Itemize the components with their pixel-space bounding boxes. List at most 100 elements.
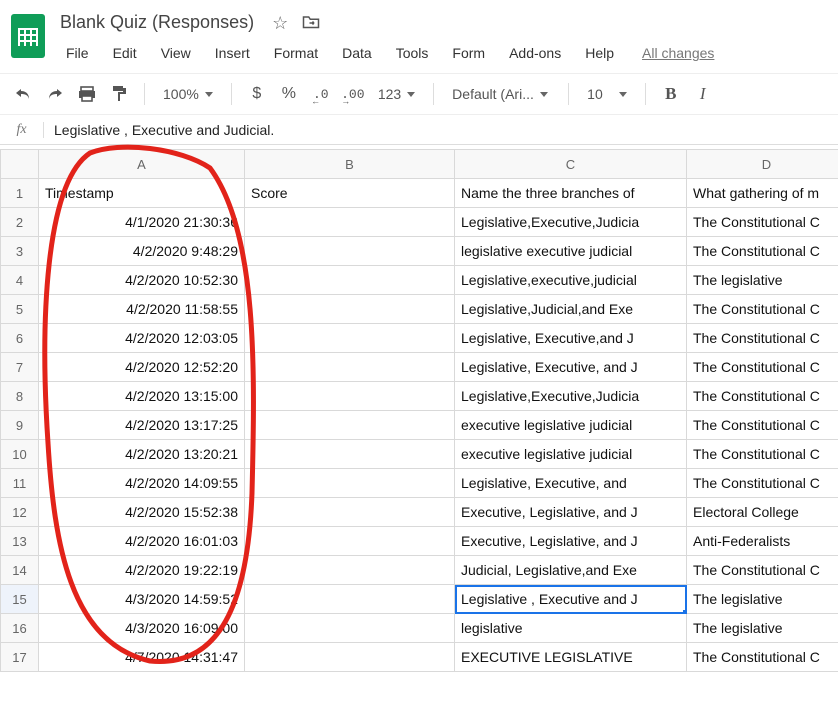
print-button[interactable]: [74, 80, 100, 108]
col-header-C[interactable]: C: [455, 150, 687, 179]
cell[interactable]: [245, 469, 455, 498]
cell[interactable]: Legislative, Executive, and J: [455, 353, 687, 382]
cell[interactable]: 4/2/2020 19:22:19: [39, 556, 245, 585]
row-header[interactable]: 6: [1, 324, 39, 353]
row-header[interactable]: 3: [1, 237, 39, 266]
cell[interactable]: [245, 643, 455, 672]
row-header[interactable]: 9: [1, 411, 39, 440]
cell[interactable]: Executive, Legislative, and J: [455, 527, 687, 556]
cell[interactable]: EXECUTIVE LEGISLATIVE: [455, 643, 687, 672]
row-header[interactable]: 17: [1, 643, 39, 672]
cell[interactable]: Legislative,Executive,Judicia: [455, 208, 687, 237]
cell[interactable]: [245, 266, 455, 295]
cell[interactable]: [245, 440, 455, 469]
cell[interactable]: The Constitutional C: [687, 324, 838, 353]
col-header-B[interactable]: B: [245, 150, 455, 179]
cell[interactable]: [245, 382, 455, 411]
font-size-select[interactable]: 10: [581, 80, 633, 108]
cell[interactable]: 4/2/2020 14:09:55: [39, 469, 245, 498]
cell[interactable]: [245, 411, 455, 440]
decrease-decimal-button[interactable]: .0←: [308, 80, 334, 108]
row-header[interactable]: 10: [1, 440, 39, 469]
menu-view[interactable]: View: [151, 41, 201, 65]
cell[interactable]: The legislative: [687, 266, 838, 295]
cell[interactable]: Score: [245, 179, 455, 208]
cell[interactable]: [245, 208, 455, 237]
menu-tools[interactable]: Tools: [386, 41, 439, 65]
format-currency-button[interactable]: $: [244, 80, 270, 108]
cell[interactable]: The legislative: [687, 614, 838, 643]
cell[interactable]: Legislative,executive,judicial: [455, 266, 687, 295]
menu-file[interactable]: File: [56, 41, 99, 65]
cell[interactable]: The legislative: [687, 585, 838, 614]
row-header[interactable]: 12: [1, 498, 39, 527]
row-header[interactable]: 11: [1, 469, 39, 498]
row-header[interactable]: 1: [1, 179, 39, 208]
select-all-corner[interactable]: [1, 150, 39, 179]
cell[interactable]: Timestamp: [39, 179, 245, 208]
cell[interactable]: The Constitutional C: [687, 440, 838, 469]
cell[interactable]: 4/2/2020 9:48:29: [39, 237, 245, 266]
font-family-select[interactable]: Default (Ari...: [446, 80, 556, 108]
undo-button[interactable]: [10, 80, 36, 108]
cell[interactable]: Legislative, Executive,and J: [455, 324, 687, 353]
cell[interactable]: 4/2/2020 13:20:21: [39, 440, 245, 469]
bold-button[interactable]: B: [658, 80, 684, 108]
cell[interactable]: 4/7/2020 14:31:47: [39, 643, 245, 672]
cell[interactable]: The Constitutional C: [687, 469, 838, 498]
cell[interactable]: [245, 498, 455, 527]
zoom-select[interactable]: 100%: [157, 80, 219, 108]
cell[interactable]: What gathering of m: [687, 179, 838, 208]
menu-form[interactable]: Form: [442, 41, 495, 65]
row-header[interactable]: 5: [1, 295, 39, 324]
cell[interactable]: legislative: [455, 614, 687, 643]
menu-insert[interactable]: Insert: [205, 41, 260, 65]
cell[interactable]: Electoral College: [687, 498, 838, 527]
cell[interactable]: [245, 295, 455, 324]
col-header-D[interactable]: D: [687, 150, 838, 179]
cell[interactable]: Name the three branches of: [455, 179, 687, 208]
cell[interactable]: 4/2/2020 13:17:25: [39, 411, 245, 440]
cell[interactable]: 4/2/2020 13:15:00: [39, 382, 245, 411]
spreadsheet-grid[interactable]: A B C D 1TimestampScoreName the three br…: [0, 149, 838, 672]
cell[interactable]: Legislative,Executive,Judicia: [455, 382, 687, 411]
document-title[interactable]: Blank Quiz (Responses): [56, 10, 258, 35]
cell[interactable]: 4/2/2020 12:03:05: [39, 324, 245, 353]
cell[interactable]: Legislative,Judicial,and Exe: [455, 295, 687, 324]
cell[interactable]: legislative executive judicial: [455, 237, 687, 266]
row-header[interactable]: 13: [1, 527, 39, 556]
cell[interactable]: The Constitutional C: [687, 208, 838, 237]
increase-decimal-button[interactable]: .00→: [340, 80, 366, 108]
cell[interactable]: Anti-Federalists: [687, 527, 838, 556]
cell[interactable]: Legislative , Executive and J: [455, 585, 687, 614]
star-icon[interactable]: ☆: [272, 14, 288, 32]
italic-button[interactable]: I: [690, 80, 716, 108]
cell[interactable]: The Constitutional C: [687, 411, 838, 440]
redo-button[interactable]: [42, 80, 68, 108]
cell[interactable]: 4/2/2020 15:52:38: [39, 498, 245, 527]
cell[interactable]: 4/1/2020 21:30:36: [39, 208, 245, 237]
cell[interactable]: 4/2/2020 16:01:03: [39, 527, 245, 556]
menu-addons[interactable]: Add-ons: [499, 41, 571, 65]
row-header[interactable]: 2: [1, 208, 39, 237]
number-format-select[interactable]: 123: [372, 80, 421, 108]
cell[interactable]: [245, 556, 455, 585]
cell[interactable]: 4/2/2020 12:52:20: [39, 353, 245, 382]
cell[interactable]: Judicial, Legislative,and Exe: [455, 556, 687, 585]
row-header[interactable]: 16: [1, 614, 39, 643]
cell[interactable]: 4/3/2020 16:09:00: [39, 614, 245, 643]
move-icon[interactable]: [302, 14, 320, 32]
cell[interactable]: [245, 527, 455, 556]
cell[interactable]: The Constitutional C: [687, 382, 838, 411]
cell[interactable]: 4/2/2020 11:58:55: [39, 295, 245, 324]
cell[interactable]: 4/3/2020 14:59:52: [39, 585, 245, 614]
menu-help[interactable]: Help: [575, 41, 624, 65]
cell[interactable]: The Constitutional C: [687, 295, 838, 324]
paint-format-button[interactable]: [106, 80, 132, 108]
cell[interactable]: Executive, Legislative, and J: [455, 498, 687, 527]
cell[interactable]: The Constitutional C: [687, 556, 838, 585]
cell[interactable]: [245, 614, 455, 643]
cell[interactable]: The Constitutional C: [687, 643, 838, 672]
row-header[interactable]: 7: [1, 353, 39, 382]
cell[interactable]: The Constitutional C: [687, 353, 838, 382]
